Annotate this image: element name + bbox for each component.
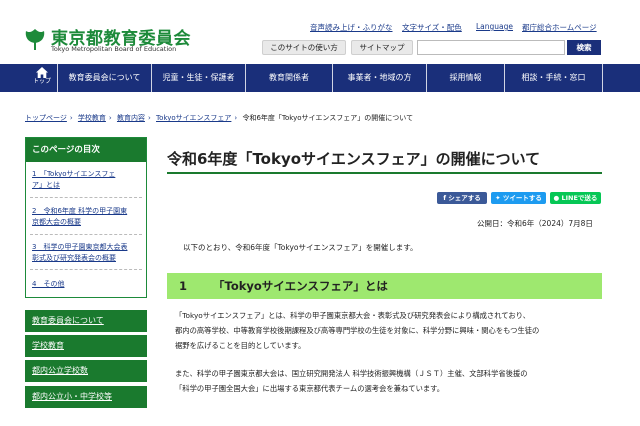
toc-item-4[interactable]: 4 その他 [26,279,146,290]
toc-line: 1 「Tokyoサイエンスフェ [32,170,116,178]
line-share-button[interactable]: ● LINEで送る [550,192,601,204]
breadcrumb-arrow-icon: › [147,114,151,122]
paragraph-2: また、科学の甲子園東京都大会は、国立研究開発法人 科学技術振興機構（ＪＳＴ）主催… [175,366,605,396]
home-icon [36,67,48,78]
toc-line: ア」とは [32,181,60,189]
nav-home-label: トップ [32,78,51,85]
breadcrumb-arrow-icon: › [108,114,112,122]
intro-text: 以下のとおり、令和6年度「Tokyoサイエンスフェア」を開催します。 [183,243,418,252]
toc-line: 2 令和6年度 科学の甲子園東 [32,207,128,215]
toc-title: このページの目次 [26,138,146,162]
paragraph-line: 「Tokyoサイエンスフェア」とは、科学の甲子園東京都大会・表彰式及び研究発表会… [175,311,530,320]
breadcrumb-link[interactable]: Tokyoサイエンスフェア [156,114,231,122]
toc-item-1[interactable]: 1 「Tokyoサイエンスフェ ア」とは [26,169,146,191]
twitter-share-button[interactable]: ✦ ツイートする [491,192,546,204]
nav-item-educators[interactable]: 教育関係者 [246,64,332,92]
paragraph-line: 裾野を広げることを目的としています。 [175,341,306,350]
section-number: 1 [179,279,188,293]
page: 東京都教育委員会 Tokyo Metropolitan Board of Edu… [0,0,640,426]
nav-item-students[interactable]: 児童・生徒・保護者 [152,64,245,92]
nav-item-recruit[interactable]: 採用情報 [427,64,504,92]
ginkgo-leaf-icon [25,29,45,50]
toc-divider [30,234,142,235]
site-header: 東京都教育委員会 Tokyo Metropolitan Board of Edu… [0,0,640,64]
breadcrumb: トップページ › 学校教育 › 教育内容 › Tokyoサイエンスフェア › 令和6年度… [25,113,413,123]
nav-item-business[interactable]: 事業者・地域の方 [333,64,426,92]
sidebar-item-school-count[interactable]: 都内公立学校数 [25,360,147,382]
facebook-share-button[interactable]: f シェアする [437,192,487,204]
sitemap-button[interactable]: サイトマップ [351,40,413,55]
breadcrumb-arrow-icon: › [69,114,73,122]
page-toc: このページの目次 1 「Tokyoサイエンスフェ ア」とは 2 令和6年度 科学… [25,137,147,298]
tocho-home-link[interactable]: 都庁総合ホームページ [522,22,597,33]
line-share-label: LINEで送る [561,194,598,202]
sidebar-item-elementary-junior[interactable]: 都内公立小・中学校等 [25,386,147,408]
title-underline [167,172,602,174]
paragraph-line: 都内の高等学校、中等教育学校後期課程及び高等専門学校の生徒を対象に、科学分野に興… [175,326,540,335]
toc-line: 4 その他 [32,280,65,288]
section-title: 「Tokyoサイエンスフェア」とは [213,279,388,293]
breadcrumb-link[interactable]: 学校教育 [78,114,106,122]
search-input[interactable] [417,40,565,55]
language-link[interactable]: Language [476,22,513,31]
logo-subtitle: Tokyo Metropolitan Board of Education [51,45,177,53]
nav-item-consult[interactable]: 相談・手続・窓口 [505,64,602,92]
twitter-icon: ✦ [495,194,503,202]
page-title: 令和6年度「Tokyoサイエンスフェア」の開催について [167,150,541,168]
toc-divider [30,269,142,270]
nav-item-board[interactable]: 教育委員会について [58,64,151,92]
published-date: 公開日：令和6年（2024）7月8日 [477,219,593,228]
breadcrumb-link[interactable]: 教育内容 [117,114,145,122]
breadcrumb-current: 令和6年度「Tokyoサイエンスフェア」の開催について [242,114,414,122]
sidebar-item-school-education[interactable]: 学校教育 [25,335,147,357]
toc-line: 3 科学の甲子園東京都大会表 [32,243,128,251]
twitter-share-label: ツイートする [502,194,542,202]
site-usage-button[interactable]: このサイトの使い方 [262,40,346,55]
global-nav: トップ 教育委員会について 児童・生徒・保護者 教育関係者 事業者・地域の方 採… [0,64,640,92]
voice-reading-link[interactable]: 音声読み上げ・ふりがな [310,22,393,33]
section-heading: 1 「Tokyoサイエンスフェア」とは [167,273,602,299]
nav-divider [602,64,603,92]
toc-line: 京都大会の概要 [32,218,81,226]
sidebar-item-board[interactable]: 教育委員会について [25,310,147,332]
search-button[interactable]: 検索 [567,40,601,55]
toc-divider [30,197,142,198]
paragraph-1: 「Tokyoサイエンスフェア」とは、科学の甲子園東京都大会・表彰式及び研究発表会… [175,308,605,353]
breadcrumb-link[interactable]: トップページ [25,114,67,122]
nav-home[interactable]: トップ [30,67,54,90]
toc-item-3[interactable]: 3 科学の甲子園東京都大会表 彰式及び研究発表会の概要 [26,242,146,264]
paragraph-line: また、科学の甲子園東京都大会は、国立研究開発法人 科学技術振興機構（ＪＳＴ）主催… [175,369,528,378]
toc-item-2[interactable]: 2 令和6年度 科学の甲子園東 京都大会の概要 [26,206,146,228]
paragraph-line: 「科学の甲子園全国大会」に出場する東京都代表チームの選考会を兼ねています。 [175,384,445,393]
toc-line: 彰式及び研究発表会の概要 [32,254,116,262]
text-size-color-link[interactable]: 文字サイズ・配色 [402,22,462,33]
site-logo[interactable]: 東京都教育委員会 Tokyo Metropolitan Board of Edu… [25,24,195,56]
breadcrumb-arrow-icon: › [234,114,238,122]
facebook-share-label: シェアする [448,194,481,202]
